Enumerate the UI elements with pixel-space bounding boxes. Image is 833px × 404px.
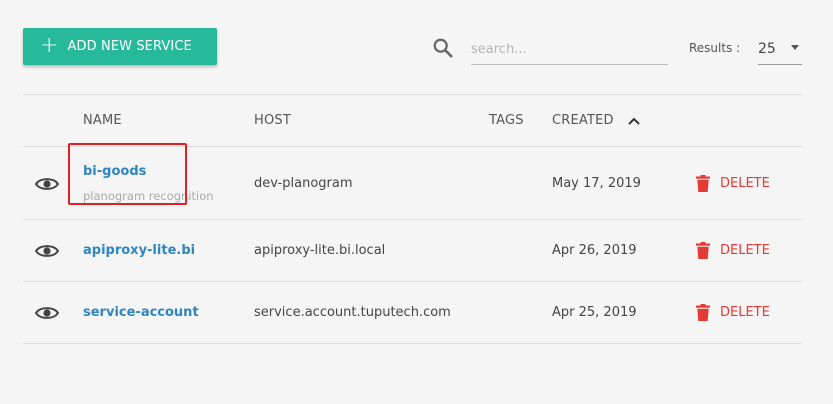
caret-down-icon <box>791 45 799 50</box>
sort-ascending-icon[interactable] <box>627 115 641 127</box>
service-created: May 17, 2019 <box>552 176 641 191</box>
service-name-link[interactable]: bi-goods <box>83 164 146 179</box>
table-row: service-account service.account.tuputech… <box>23 282 802 344</box>
service-host: service.account.tuputech.com <box>254 305 451 320</box>
service-name-link[interactable]: service-account <box>83 305 199 320</box>
service-created: Apr 26, 2019 <box>552 243 637 258</box>
service-name-link[interactable]: apiproxy-lite.bi <box>83 243 195 258</box>
delete-button[interactable]: DELETE <box>696 242 770 259</box>
delete-label: DELETE <box>720 243 770 258</box>
table-row: apiproxy-lite.bi apiproxy-lite.bi.local … <box>23 220 802 282</box>
delete-label: DELETE <box>720 305 770 320</box>
table-header: NAME HOST TAGS CREATED <box>23 95 802 147</box>
delete-button[interactable]: DELETE <box>696 175 770 192</box>
trash-icon <box>696 242 710 259</box>
add-new-service-button[interactable]: + ADD NEW SERVICE <box>23 28 217 65</box>
search-icon[interactable] <box>432 37 454 59</box>
delete-button[interactable]: DELETE <box>696 304 770 321</box>
delete-label: DELETE <box>720 176 770 191</box>
header-name[interactable]: NAME <box>83 113 122 128</box>
eye-icon[interactable] <box>35 176 59 192</box>
service-host: apiproxy-lite.bi.local <box>254 243 386 258</box>
eye-icon[interactable] <box>35 243 59 259</box>
eye-icon[interactable] <box>35 305 59 321</box>
trash-icon <box>696 304 710 321</box>
service-description: planogram recognition <box>83 189 214 203</box>
services-table: NAME HOST TAGS CREATED bi-goods planogra… <box>23 94 802 344</box>
header-tags[interactable]: TAGS <box>489 113 524 128</box>
service-host: dev-planogram <box>254 176 353 191</box>
plus-icon: + <box>40 32 59 58</box>
search-input[interactable] <box>471 35 668 65</box>
results-label: Results : <box>689 41 741 55</box>
add-new-service-label: ADD NEW SERVICE <box>67 39 192 54</box>
table-row: bi-goods planogram recognition dev-plano… <box>23 147 802 220</box>
header-created[interactable]: CREATED <box>552 113 614 128</box>
results-value: 25 <box>758 40 776 57</box>
trash-icon <box>696 175 710 192</box>
service-created: Apr 25, 2019 <box>552 305 637 320</box>
header-host[interactable]: HOST <box>254 113 291 128</box>
results-per-page-select[interactable]: 25 <box>758 35 802 65</box>
